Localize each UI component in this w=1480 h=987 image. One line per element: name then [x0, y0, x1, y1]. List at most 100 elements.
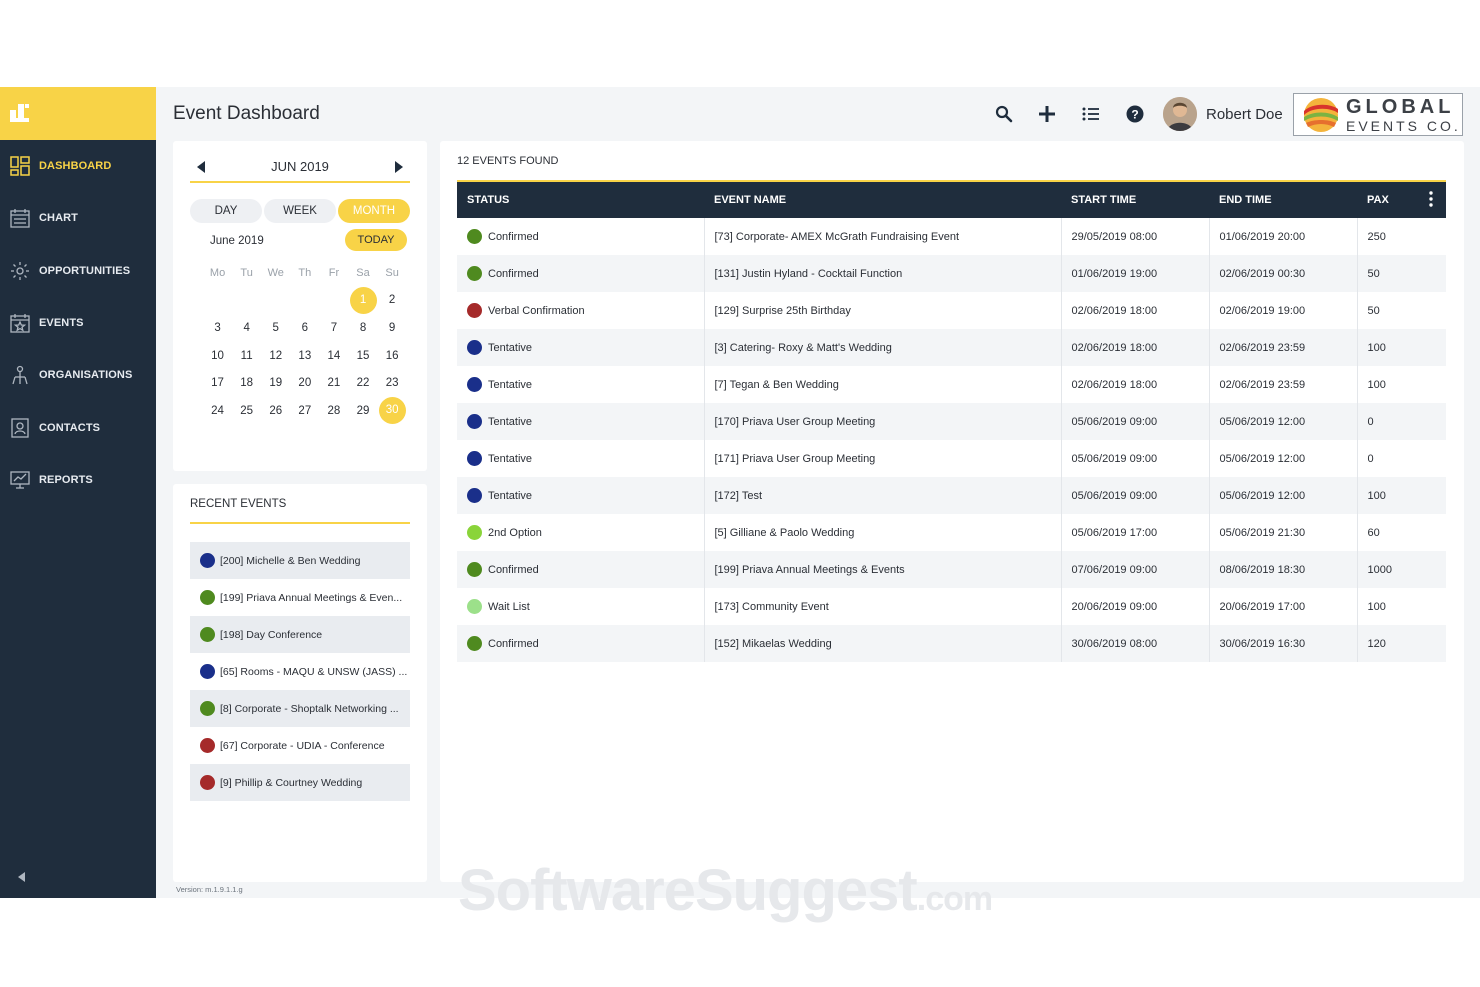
- app-logo[interactable]: [0, 87, 156, 140]
- weekday-label: Sa: [356, 266, 370, 279]
- calendar-day[interactable]: 15: [348, 350, 377, 362]
- help-icon[interactable]: ?: [1124, 103, 1146, 125]
- calendar-day[interactable]: 17: [203, 377, 232, 389]
- table-row[interactable]: 2nd Option [5] Gilliane & Paolo Wedding 05…: [457, 514, 1446, 551]
- recent-event-item[interactable]: [65] Rooms - MAQU & UNSW (JASS) ...: [190, 653, 410, 690]
- calendar-day-number: 29: [356, 404, 370, 417]
- avatar[interactable]: [1163, 97, 1197, 131]
- table-row[interactable]: Tentative [3] Catering- Roxy & Matt's Wed…: [457, 329, 1446, 366]
- recent-event-item[interactable]: [200] Michelle & Ben Wedding: [190, 542, 410, 579]
- calendar-day[interactable]: 23: [378, 377, 407, 389]
- calendar-day[interactable]: 2: [378, 294, 407, 306]
- calendar-day[interactable]: 19: [261, 377, 290, 389]
- end-time-cell: 20/06/2019 17:00: [1209, 588, 1358, 625]
- add-icon[interactable]: [1036, 103, 1058, 125]
- recent-event-item[interactable]: [198] Day Conference: [190, 616, 410, 653]
- collapse-sidebar-icon[interactable]: [16, 870, 28, 882]
- view-week-button[interactable]: WEEK: [264, 199, 336, 223]
- status-cell: Confirmed: [457, 255, 705, 292]
- status-wrap: Confirmed: [467, 636, 703, 651]
- column-header-status[interactable]: STATUS: [457, 182, 704, 218]
- calendar-day[interactable]: 18: [232, 377, 261, 389]
- calendar-day-number: 4: [243, 321, 250, 334]
- sidebar: DASHBOARD CHART OPPORTUNITIES EVENTS ORG…: [0, 87, 156, 898]
- status-label: Confirmed: [488, 267, 539, 280]
- event-name-cell: [7] Tegan & Ben Wedding: [704, 366, 1062, 403]
- status-wrap: Tentative: [467, 488, 703, 503]
- calendar-day[interactable]: 1: [348, 286, 377, 314]
- sidebar-item-chart[interactable]: CHART: [0, 192, 156, 244]
- weekday-label: Fr: [328, 266, 340, 279]
- sidebar-item-label: ORGANISATIONS: [39, 369, 133, 382]
- calendar-day-number: 1: [349, 286, 377, 314]
- calendar-day[interactable]: 28: [319, 405, 348, 417]
- view-day-button[interactable]: DAY: [190, 199, 262, 223]
- recent-event-label: [65] Rooms - MAQU & UNSW (JASS) ...: [220, 665, 408, 678]
- sidebar-item-dashboard[interactable]: DASHBOARD: [0, 140, 156, 192]
- status-label: Verbal Confirmation: [488, 304, 585, 317]
- calendar-day[interactable]: 26: [261, 405, 290, 417]
- list-icon[interactable]: [1080, 103, 1102, 125]
- table-row[interactable]: Tentative [170] Priava User Group Meeting…: [457, 403, 1446, 440]
- column-header-end-time[interactable]: END TIME: [1209, 182, 1357, 218]
- weekday-label: Th: [298, 266, 312, 279]
- calendar-day[interactable]: 4: [232, 322, 261, 334]
- column-header-start-time[interactable]: START TIME: [1061, 182, 1209, 218]
- column-header-pax[interactable]: PAX: [1357, 182, 1416, 218]
- calendar-day[interactable]: 7: [319, 322, 348, 334]
- calendar-day[interactable]: 14: [319, 350, 348, 362]
- calendar-day[interactable]: 29: [348, 405, 377, 417]
- user-name[interactable]: Robert Doe: [1206, 106, 1283, 123]
- calendar-day[interactable]: 20: [290, 377, 319, 389]
- organisations-icon: [9, 364, 31, 386]
- start-time-cell: 01/06/2019 19:00: [1061, 255, 1210, 292]
- start-time-cell: 20/06/2019 09:00: [1061, 588, 1210, 625]
- calendar-day[interactable]: 21: [319, 377, 348, 389]
- next-month-icon[interactable]: [393, 160, 405, 174]
- status-wrap: Verbal Confirmation: [467, 303, 703, 318]
- calendar-day[interactable]: 30: [378, 397, 407, 425]
- recent-event-label: [67] Corporate - UDIA - Conference: [220, 739, 385, 752]
- calendar-day[interactable]: 13: [290, 350, 319, 362]
- table-row[interactable]: Confirmed [199] Priava Annual Meetings & …: [457, 551, 1446, 588]
- status-label: Tentative: [488, 378, 533, 391]
- calendar-day[interactable]: 22: [348, 377, 377, 389]
- calendar-day[interactable]: 16: [378, 350, 407, 362]
- calendar-day[interactable]: 24: [203, 405, 232, 417]
- calendar-day[interactable]: 6: [290, 322, 319, 334]
- column-header-event-name[interactable]: EVENT NAME: [704, 182, 1061, 218]
- table-row[interactable]: Verbal Confirmation [129] Surprise 25th B…: [457, 292, 1446, 329]
- sidebar-item-events[interactable]: EVENTS: [0, 297, 156, 349]
- recent-event-item[interactable]: [67] Corporate - UDIA - Conference: [190, 727, 410, 764]
- calendar-day[interactable]: 27: [290, 405, 319, 417]
- end-time-cell: 08/06/2019 18:30: [1209, 551, 1358, 588]
- calendar-day[interactable]: 11: [232, 350, 261, 362]
- table-row[interactable]: Confirmed [131] Justin Hyland - Cocktail …: [457, 255, 1446, 292]
- calendar-day[interactable]: 5: [261, 322, 290, 334]
- calendar-day[interactable]: 8: [348, 322, 377, 334]
- table-row[interactable]: Confirmed [73] Corporate- AMEX McGrath Fu…: [457, 218, 1446, 255]
- calendar-day[interactable]: 12: [261, 350, 290, 362]
- today-button[interactable]: TODAY: [345, 229, 407, 251]
- search-icon[interactable]: [993, 103, 1015, 125]
- table-row[interactable]: Tentative [171] Priava User Group Meeting…: [457, 440, 1446, 477]
- calendar-day[interactable]: 25: [232, 405, 261, 417]
- table-row[interactable]: Wait List [173] Community Event 20/06/2019…: [457, 588, 1446, 625]
- calendar-day[interactable]: 3: [203, 322, 232, 334]
- view-month-button[interactable]: MONTH: [338, 199, 410, 223]
- recent-event-item[interactable]: [199] Priava Annual Meetings & Even...: [190, 579, 410, 616]
- calendar-day[interactable]: 10: [203, 350, 232, 362]
- more-options-icon[interactable]: [1416, 182, 1446, 218]
- table-row[interactable]: Tentative [7] Tegan & Ben Wedding 02/06/20…: [457, 366, 1446, 403]
- recent-event-item[interactable]: [8] Corporate - Shoptalk Networking ...: [190, 690, 410, 727]
- sidebar-item-reports[interactable]: REPORTS: [0, 454, 156, 506]
- recent-event-item[interactable]: [9] Phillip & Courtney Wedding: [190, 764, 410, 801]
- table-row[interactable]: Confirmed [152] Mikaelas Wedding 30/06/201…: [457, 625, 1446, 662]
- status-label: Tentative: [488, 489, 533, 502]
- sidebar-item-organisations[interactable]: ORGANISATIONS: [0, 349, 156, 401]
- sidebar-item-opportunities[interactable]: OPPORTUNITIES: [0, 245, 156, 297]
- calendar-day[interactable]: 9: [378, 322, 407, 334]
- start-time-cell: 05/06/2019 09:00: [1061, 477, 1210, 514]
- table-row[interactable]: Tentative [172] Test 05/06/2019 09:00 05/06…: [457, 477, 1446, 514]
- sidebar-item-contacts[interactable]: CONTACTS: [0, 401, 156, 453]
